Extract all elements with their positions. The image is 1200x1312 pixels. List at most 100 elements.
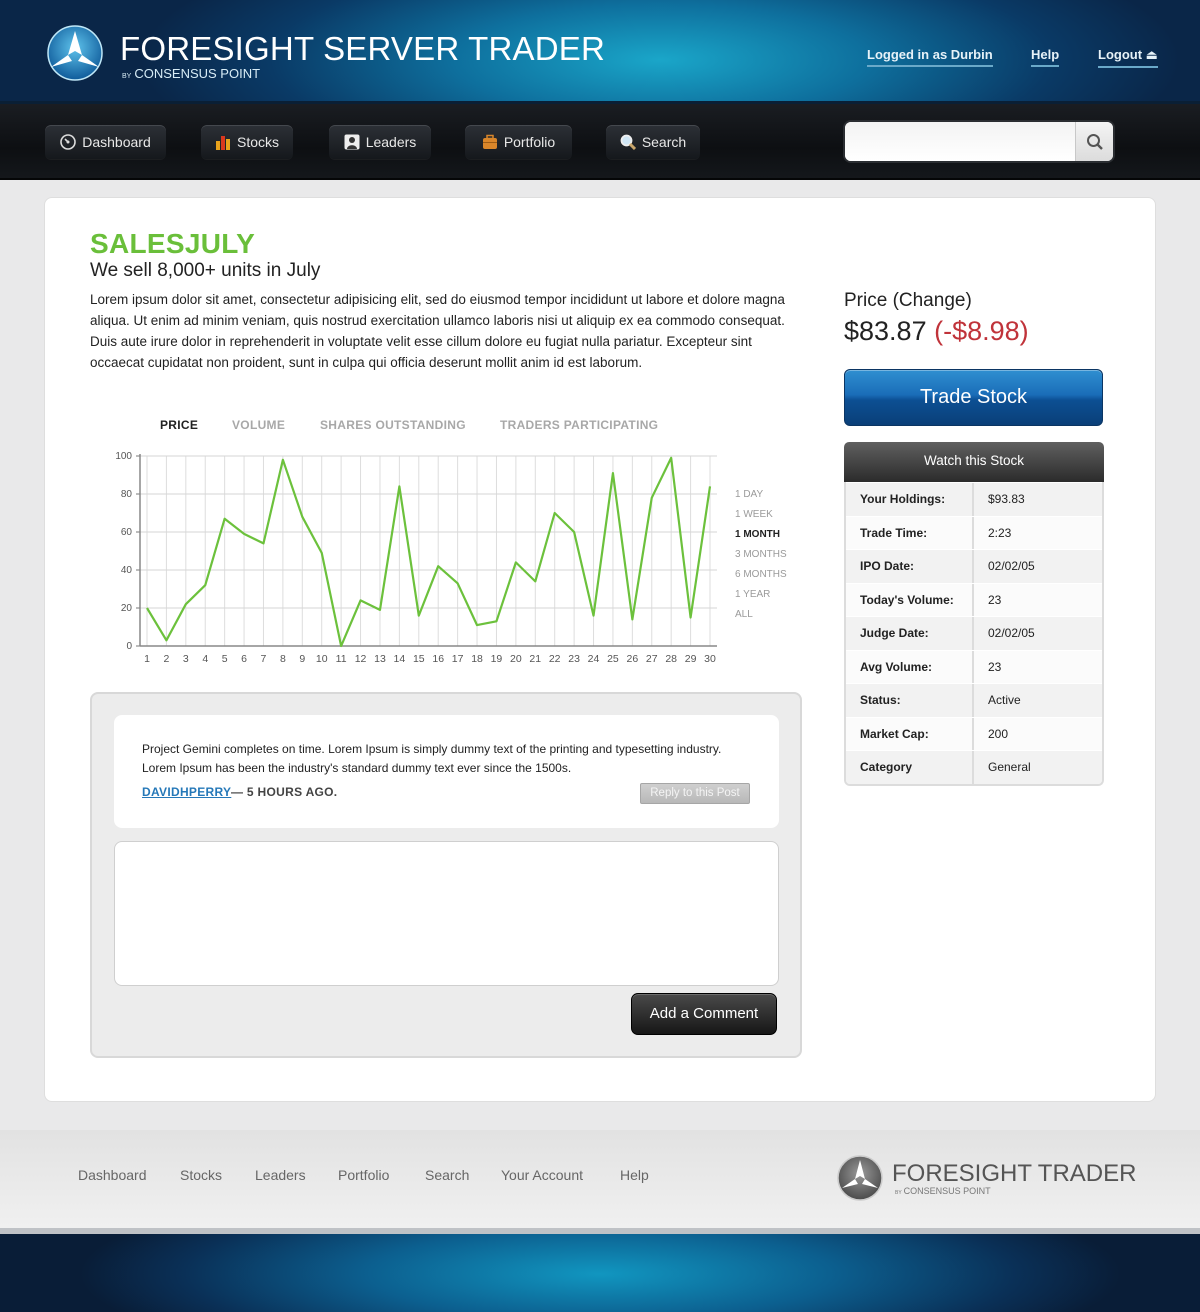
footer: Dashboard Stocks Leaders Portfolio Searc… — [0, 1130, 1200, 1228]
footer-link-stocks[interactable]: Stocks — [180, 1167, 222, 1183]
tab-shares-outstanding[interactable]: SHARES OUTSTANDING — [320, 418, 466, 432]
help-link[interactable]: Help — [1031, 47, 1060, 67]
range-all[interactable]: ALL — [735, 608, 787, 628]
nav-stocks-label: Stocks — [236, 134, 279, 150]
x-tick-label: 24 — [588, 653, 600, 665]
search-input[interactable] — [845, 122, 1075, 161]
app-title: FORESIGHT SERVER TRADER — [120, 30, 606, 67]
nav-leaders-label: Leaders — [365, 134, 417, 150]
footer-logo-icon — [837, 1155, 883, 1201]
briefcase-icon — [482, 134, 497, 149]
tab-price[interactable]: PRICE — [160, 418, 198, 432]
detail-row: Today's Volume: 23 — [846, 582, 1102, 616]
detail-row: Status: Active — [846, 683, 1102, 717]
range-1-week[interactable]: 1 WEEK — [735, 508, 787, 528]
detail-value: 23 — [988, 592, 1002, 607]
detail-key: Today's Volume: — [846, 583, 974, 616]
footer-link-help[interactable]: Help — [620, 1167, 649, 1183]
comment-textarea[interactable] — [114, 841, 779, 986]
footer-logo-subtitle: BY CONSENSUS POINT — [895, 1186, 991, 1196]
tab-volume[interactable]: VOLUME — [232, 418, 285, 432]
stock-details-table: Your Holdings: $93.83 Trade Time: 2:23 IPO… — [844, 482, 1104, 786]
x-tick-label: 3 — [183, 653, 189, 665]
x-tick-label: 20 — [510, 653, 522, 665]
x-tick-label: 18 — [471, 653, 483, 665]
foresight-logo-icon[interactable] — [44, 25, 106, 81]
magnifier-icon — [620, 134, 636, 150]
x-tick-label: 6 — [241, 653, 247, 665]
post-author-link[interactable]: DAVIDHPERRY — [142, 785, 231, 799]
detail-key: Judge Date: — [846, 617, 974, 650]
nav-stocks[interactable]: Stocks — [201, 125, 293, 159]
price-amount: $83.87 — [844, 316, 927, 346]
detail-value: Active — [988, 693, 1021, 707]
nav-portfolio-label: Portfolio — [503, 134, 556, 150]
comment-post: Project Gemini completes on time. Lorem … — [114, 715, 779, 828]
y-tick-label: 0 — [126, 641, 132, 652]
x-tick-label: 12 — [355, 653, 367, 665]
x-tick-label: 21 — [529, 653, 541, 665]
x-tick-label: 26 — [627, 653, 639, 665]
y-tick-label: 40 — [121, 565, 133, 576]
app-subtitle: BY CONSENSUS POINT — [122, 66, 261, 81]
search-button[interactable] — [1075, 122, 1113, 161]
detail-value: 02/02/05 — [988, 626, 1035, 640]
nav-dashboard[interactable]: Dashboard — [45, 125, 166, 159]
range-6-months[interactable]: 6 MONTHS — [735, 568, 787, 588]
x-tick-label: 19 — [491, 653, 503, 665]
detail-value: 02/02/05 — [988, 559, 1035, 573]
detail-key: Your Holdings: — [846, 483, 974, 516]
footer-link-leaders[interactable]: Leaders — [255, 1167, 306, 1183]
detail-key: Avg Volume: — [846, 650, 974, 683]
chart-tabs: PRICE VOLUME SHARES OUTSTANDING TRADERS … — [45, 418, 745, 436]
detail-row: Avg Volume: 23 — [846, 649, 1102, 683]
detail-value: $93.83 — [988, 492, 1025, 506]
post-text: Project Gemini completes on time. Lorem … — [142, 742, 722, 775]
add-comment-button[interactable]: Add a Comment — [631, 993, 777, 1035]
detail-row: Category General — [846, 750, 1102, 784]
range-1-day[interactable]: 1 DAY — [735, 488, 787, 508]
comments-panel: Project Gemini completes on time. Lorem … — [90, 692, 802, 1058]
x-tick-label: 16 — [432, 653, 444, 665]
footer-link-your-account[interactable]: Your Account — [501, 1167, 583, 1183]
x-tick-label: 9 — [299, 653, 305, 665]
detail-value: General — [988, 760, 1031, 774]
footer-link-portfolio[interactable]: Portfolio — [338, 1167, 389, 1183]
footer-link-dashboard[interactable]: Dashboard — [78, 1167, 147, 1183]
nav-portfolio[interactable]: Portfolio — [465, 125, 572, 159]
price-label: Price (Change) — [844, 290, 972, 311]
detail-row: Trade Time: 2:23 — [846, 515, 1102, 549]
footer-logo-title: FORESIGHT TRADER — [892, 1160, 1137, 1187]
detail-row: Market Cap: 200 — [846, 716, 1102, 750]
detail-key: Trade Time: — [846, 516, 974, 549]
logged-in-user-link[interactable]: Logged in as Durbin — [867, 47, 993, 67]
logout-link[interactable]: Logout ⏏ — [1098, 47, 1158, 68]
y-tick-label: 100 — [115, 451, 132, 462]
y-tick-label: 60 — [121, 527, 133, 538]
trade-stock-button[interactable]: Trade Stock — [844, 369, 1103, 426]
watch-stock-button[interactable]: Watch this Stock — [844, 442, 1104, 482]
range-1-month[interactable]: 1 MONTH — [735, 528, 787, 548]
x-tick-label: 8 — [280, 653, 286, 665]
x-tick-label: 28 — [665, 653, 677, 665]
x-tick-label: 11 — [336, 653, 347, 665]
x-tick-label: 25 — [607, 653, 619, 665]
x-tick-label: 15 — [413, 653, 425, 665]
detail-key: Market Cap: — [846, 717, 974, 750]
tab-traders-participating[interactable]: TRADERS PARTICIPATING — [500, 418, 658, 432]
range-3-months[interactable]: 3 MONTHS — [735, 548, 787, 568]
x-tick-label: 29 — [685, 653, 697, 665]
nav-leaders[interactable]: Leaders — [329, 125, 431, 159]
search-icon — [1086, 133, 1103, 150]
detail-key: IPO Date: — [846, 550, 974, 583]
x-tick-label: 23 — [568, 653, 580, 665]
footer-link-search[interactable]: Search — [425, 1167, 469, 1183]
reply-button[interactable]: Reply to this Post — [640, 783, 750, 804]
x-tick-label: 30 — [704, 653, 716, 665]
detail-value: 23 — [988, 659, 1002, 674]
bar-chart-icon — [215, 136, 230, 150]
range-1-year[interactable]: 1 YEAR — [735, 588, 787, 608]
detail-key: Category — [846, 751, 974, 784]
stock-description: Lorem ipsum dolor sit amet, consectetur … — [90, 292, 785, 370]
nav-search[interactable]: Search — [606, 125, 700, 159]
